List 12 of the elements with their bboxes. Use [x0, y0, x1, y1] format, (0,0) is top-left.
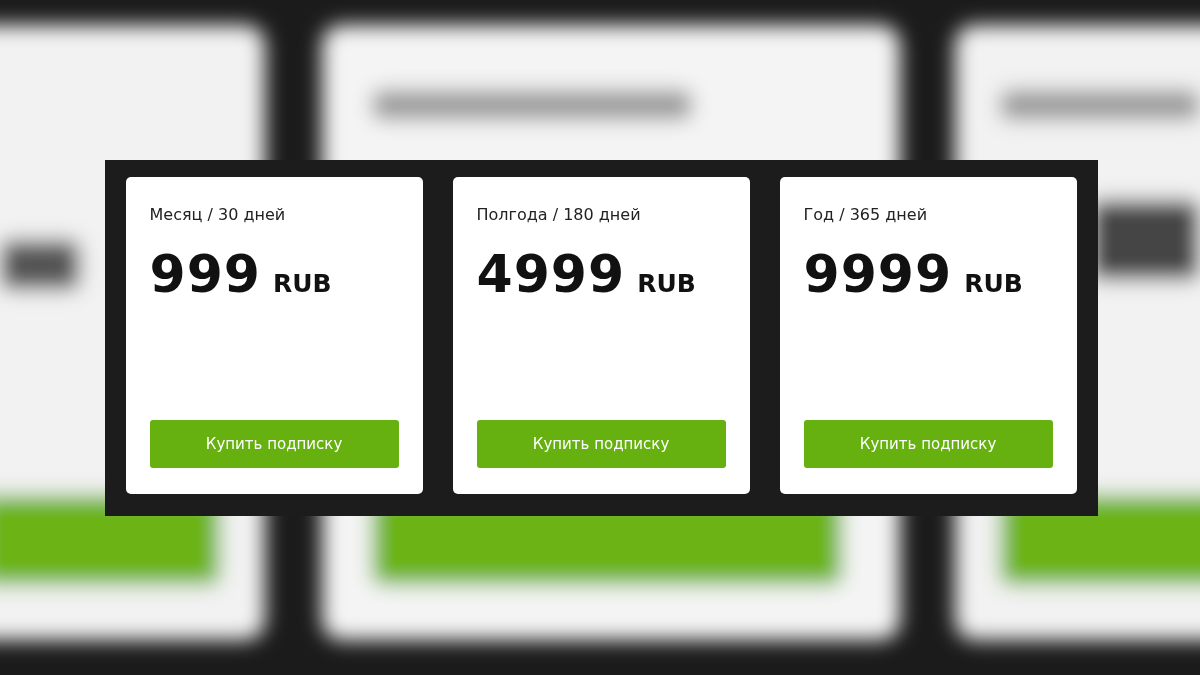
plan-price: 999 — [149, 243, 262, 304]
plan-period: Полгода / 180 дней — [476, 204, 642, 224]
plan-price: 9999 — [803, 243, 953, 304]
plan-period: Год / 365 дней — [803, 204, 929, 224]
price-currency: RUB — [964, 268, 1023, 298]
buy-subscription-button[interactable]: Купить подписку — [149, 419, 399, 468]
price-currency: RUB — [637, 268, 696, 298]
buy-subscription-button[interactable]: Купить подписку — [803, 419, 1053, 468]
plan-price: 4999 — [476, 243, 626, 304]
buy-subscription-button[interactable]: Купить подписку — [476, 419, 726, 468]
price-currency: RUB — [273, 268, 332, 298]
plan-period: Месяц / 30 дней — [149, 204, 287, 224]
